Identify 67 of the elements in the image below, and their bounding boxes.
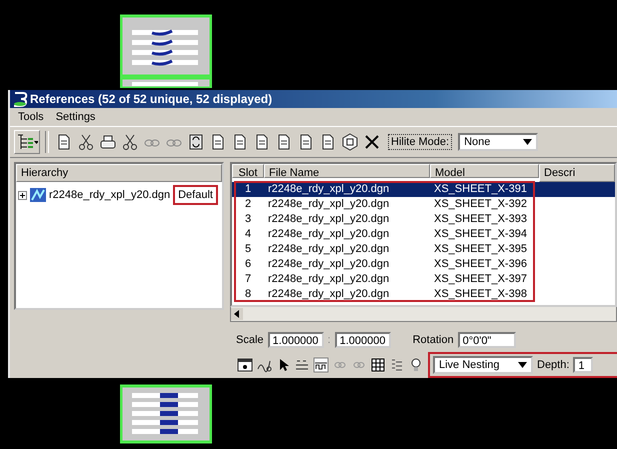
table-cell-text: XS_SHEET_X-395 (433, 242, 528, 257)
menu-item[interactable]: Settings (52, 111, 100, 123)
table-cell-text: 1 (244, 182, 252, 197)
table-cell-text: r2248e_rdy_xpl_y20.dgn (267, 197, 390, 212)
hilite-mode-button[interactable]: Hilite Mode: (388, 134, 452, 150)
logo-icon (12, 91, 28, 107)
tree-item[interactable]: r2248e_rdy_xpl_y20.dgn (49, 189, 170, 201)
table-cell-text: r2248e_rdy_xpl_y20.dgn (267, 272, 390, 287)
table-row[interactable]: 5 r2248e_rdy_xpl_y20.dgn XS_SHEET_X-395 (232, 242, 615, 257)
menu-item[interactable]: Tools (14, 111, 48, 123)
table-row[interactable]: 3 r2248e_rdy_xpl_y20.dgn XS_SHEET_X-393 (232, 212, 615, 227)
depth-field[interactable]: 1 (573, 357, 594, 373)
wave-icon[interactable] (312, 356, 330, 374)
table-cell-text: 5 (244, 242, 252, 257)
hilite-mode-dropdown[interactable]: None (458, 133, 538, 151)
table-cell-text: r2248e_rdy_xpl_y20.dgn (267, 227, 390, 242)
rotation-label: Rotation (412, 334, 454, 346)
table-cell-text: XS_SHEET_X-392 (433, 197, 528, 212)
table-cell-text: r2248e_rdy_xpl_y20.dgn (267, 242, 390, 257)
table-row[interactable]: 4 r2248e_rdy_xpl_y20.dgn XS_SHEET_X-394 (232, 227, 615, 242)
scale-label: Scale (236, 334, 264, 346)
model-icon (30, 188, 46, 202)
column-header[interactable]: File Name (264, 164, 430, 178)
table-row[interactable]: 7 r2248e_rdy_xpl_y20.dgn XS_SHEET_X-397 (232, 272, 615, 287)
table-cell-text: r2248e_rdy_xpl_y20.dgn (267, 287, 390, 302)
scale-separator: : (328, 334, 331, 346)
model-name: Default (173, 185, 218, 205)
table-cell-text: 7 (244, 272, 252, 287)
table-cell-text: 3 (244, 212, 252, 227)
dropdown-arrow-icon[interactable] (523, 139, 532, 145)
tree-view-button[interactable] (14, 130, 40, 154)
table-cell-text: 4 (244, 227, 252, 242)
table-cell-text: XS_SHEET_X-394 (433, 227, 528, 242)
table-cell-text: 6 (244, 257, 252, 272)
dropdown-arrow-icon[interactable] (518, 362, 527, 368)
table-cell-text: 8 (244, 287, 252, 302)
table-cell-text: XS_SHEET_X-396 (433, 257, 528, 272)
window-title: References (52 of 52 unique, 52 displayed) (30, 92, 272, 106)
column-header[interactable]: Model (430, 164, 539, 178)
table-row[interactable]: 6 r2248e_rdy_xpl_y20.dgn XS_SHEET_X-396 (232, 257, 615, 272)
scale-y-field[interactable]: 1.000000 (334, 332, 391, 348)
window-icon[interactable] (236, 356, 254, 374)
column-header[interactable]: Hierarchy (16, 164, 222, 182)
table-row[interactable]: 8 r2248e_rdy_xpl_y20.dgn XS_SHEET_X-398 (232, 287, 615, 302)
rotation-field[interactable]: 0°0'0" (458, 332, 516, 348)
expand-icon[interactable] (18, 190, 27, 200)
column-header[interactable]: Slot (232, 164, 264, 178)
table-cell-text: XS_SHEET_X-398 (433, 287, 528, 302)
column-header[interactable]: Descri (539, 164, 615, 182)
table-cell-text: r2248e_rdy_xpl_y20.dgn (267, 257, 390, 272)
table-cell-text: XS_SHEET_X-391 (433, 182, 528, 197)
table-cell-text: XS_SHEET_X-393 (433, 212, 528, 227)
depth-label: Depth: (537, 359, 570, 371)
scissors-icon[interactable] (120, 132, 140, 152)
nesting-dropdown[interactable]: Live Nesting (433, 356, 533, 374)
table-row[interactable]: 2 r2248e_rdy_xpl_y20.dgn XS_SHEET_X-392 (232, 197, 615, 212)
hexagon-icon[interactable] (340, 132, 360, 152)
grid-icon[interactable] (369, 356, 387, 374)
table-cell-text: r2248e_rdy_xpl_y20.dgn (267, 182, 390, 197)
table-cell-text: 2 (244, 197, 252, 212)
scroll-left-icon[interactable] (231, 308, 243, 320)
scissors-icon[interactable] (76, 132, 96, 152)
table-row[interactable]: 1 r2248e_rdy_xpl_y20.dgn XS_SHEET_X-391 (232, 182, 615, 197)
horizontal-scrollbar[interactable] (230, 307, 617, 322)
table-cell-text: XS_SHEET_X-397 (433, 272, 528, 287)
table-cell-text: r2248e_rdy_xpl_y20.dgn (267, 212, 390, 227)
scale-x-field[interactable]: 1.000000 (268, 332, 324, 348)
